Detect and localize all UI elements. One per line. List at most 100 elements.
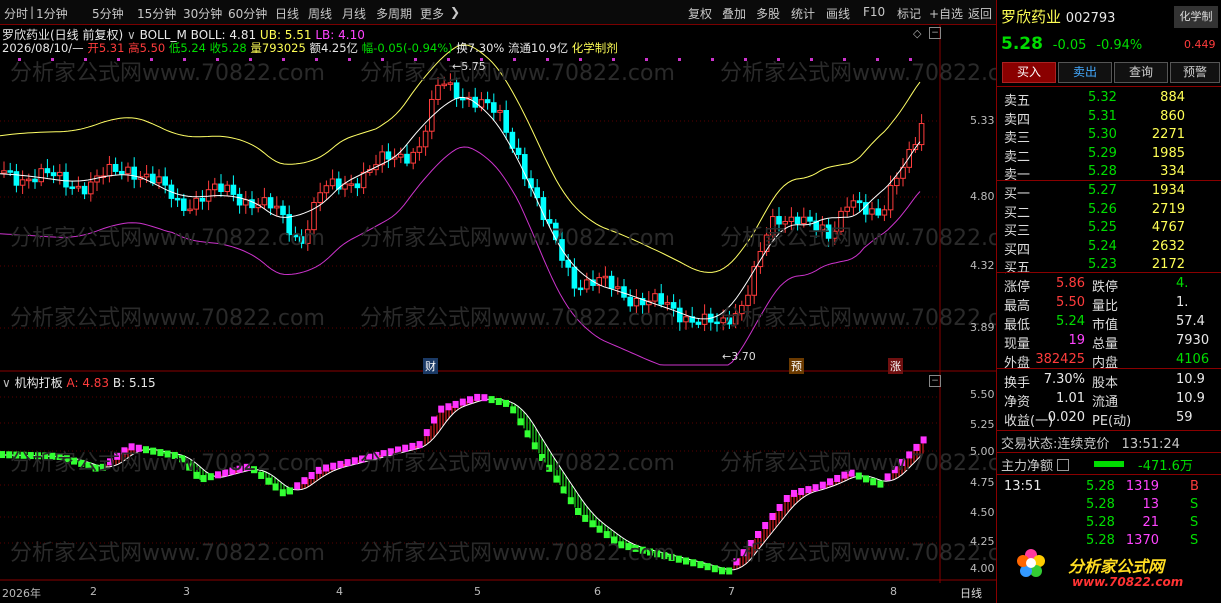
sub-y-tick-label: 4.00 (970, 562, 995, 575)
watermark: 分析家公式网www.70822.com (720, 226, 1035, 251)
chart-area: 分析家公式网www.70822.com 分析家公式网www.70822.com … (0, 25, 1035, 585)
tick-volume: 13 (1142, 497, 1159, 512)
tool-statistics[interactable]: 统计 (791, 5, 815, 22)
candle-body (280, 205, 286, 216)
orderbook-price: 5.31 (1088, 108, 1117, 124)
orderbook-price: 5.32 (1088, 90, 1117, 105)
candle-body (602, 275, 609, 279)
candle-body (143, 173, 150, 178)
candle-body (69, 186, 76, 189)
candle-body (212, 183, 218, 191)
watermark: 分析家公式网www.70822.com (10, 451, 325, 476)
event-tag-financial[interactable]: 财 (423, 358, 438, 374)
logo-url: www.70822.com (1072, 575, 1184, 589)
period-tab-monthly[interactable]: 月线 (342, 5, 366, 22)
period-tab-60min[interactable]: 60分钟 (228, 5, 267, 22)
period-label[interactable]: 日线 (960, 585, 982, 601)
info-amount: 额4.25亿 (309, 41, 359, 55)
period-tab-30min[interactable]: 30分钟 (183, 5, 222, 22)
event-tag-forecast[interactable]: 预 (789, 358, 804, 374)
orderbook-row[interactable]: 买三 5.25 4767 (1000, 219, 1221, 239)
chevron-right-icon[interactable]: ❯ (450, 5, 460, 19)
sector-tab[interactable]: 化学制 (1174, 6, 1218, 28)
sub-indicator-title[interactable]: 机构打板 (15, 376, 63, 390)
candle-body (385, 151, 392, 160)
orderbook-row[interactable]: 卖一 5.28 334 (1000, 163, 1221, 183)
tool-overlay[interactable]: 叠加 (722, 5, 746, 22)
orderbook-row[interactable]: 卖二 5.29 1985 (1000, 145, 1221, 165)
collapse-icon[interactable]: − (929, 375, 941, 387)
buy-button[interactable]: 买入 (1002, 62, 1056, 83)
tool-multi-stock[interactable]: 多股 (756, 5, 780, 22)
candle-body (88, 181, 94, 195)
candle-body (503, 110, 509, 133)
event-tag-limit[interactable]: 涨 (888, 358, 903, 374)
sell-button[interactable]: 卖出 (1058, 62, 1112, 83)
period-tab-1min[interactable]: 1分钟 (36, 5, 68, 22)
query-button[interactable]: 查询 (1114, 62, 1168, 83)
info-turnover: 换7.30% (456, 41, 505, 55)
tool-f10[interactable]: F10 (863, 5, 885, 19)
tool-draw-line[interactable]: 画线 (826, 5, 850, 22)
quote-change-pct: -0.94% (1096, 38, 1143, 53)
candle-body (621, 286, 627, 298)
sub-block (769, 513, 776, 520)
stat-label: 最高 (1004, 299, 1031, 314)
period-tab-daily[interactable]: 日线 (275, 5, 299, 22)
orderbook-row[interactable]: 买一 5.27 1934 (1000, 182, 1221, 202)
orderbook-price: 5.30 (1088, 127, 1117, 142)
orderbook-row[interactable]: 卖五 5.32 884 (1000, 89, 1221, 109)
alert-button[interactable]: 预警 (1170, 62, 1220, 83)
period-tab-weekly[interactable]: 周线 (308, 5, 332, 22)
sub-block (791, 489, 797, 497)
sub-block (488, 396, 495, 404)
diamond-icon[interactable]: ◇ (913, 27, 921, 40)
orderbook-label: 买一 (1004, 187, 1031, 202)
orderbook-row[interactable]: 买四 5.24 2632 (1000, 238, 1221, 258)
stat-label: 现量 (1004, 337, 1031, 352)
candle-body (677, 307, 683, 323)
orderbook-row[interactable]: 卖四 5.31 860 (1000, 108, 1221, 128)
candle-body (81, 185, 88, 195)
candle-body (329, 178, 336, 187)
sub-block (877, 480, 884, 488)
collapse-icon[interactable]: − (929, 27, 941, 39)
stat-label: 最低 (1004, 318, 1031, 333)
stat-label: 流通 (1092, 395, 1119, 410)
stat-row: 现量 19 总量 7930 (1000, 332, 1221, 352)
stat-label: 换手 (1004, 376, 1031, 391)
period-tab-5min[interactable]: 5分钟 (92, 5, 124, 22)
candle-body (112, 163, 119, 172)
sub-block (711, 565, 718, 573)
candle-body (32, 178, 38, 183)
divider (997, 86, 1221, 87)
tool-add-watchlist[interactable]: +自选 (929, 5, 963, 22)
period-tab-fenshi[interactable]: 分时 (4, 5, 28, 22)
period-tab-more[interactable]: 更多 (420, 5, 444, 22)
orderbook-row[interactable]: 买二 5.26 2719 (1000, 201, 1221, 221)
candle-body (856, 200, 863, 204)
dropdown-circle-icon[interactable]: ∨ (2, 376, 11, 390)
orderbook-row[interactable]: 卖三 5.30 2271 (1000, 126, 1221, 146)
stat-row: 外盘 382425 内盘 4106 (1000, 351, 1221, 371)
period-tab-multi[interactable]: 多周期 (376, 5, 412, 22)
sub-block (560, 486, 567, 494)
grid-lines (0, 120, 940, 544)
sub-block (798, 488, 805, 496)
candle-body (261, 197, 268, 206)
tool-mark[interactable]: 标记 (897, 5, 921, 22)
sub-block (690, 559, 697, 567)
watermark: 分析家公式网www.70822.com (360, 541, 675, 566)
period-tab-15min[interactable]: 15分钟 (137, 5, 176, 22)
tool-back[interactable]: 返回 (968, 5, 992, 22)
list-icon[interactable] (1057, 459, 1070, 471)
quote-change: -0.05 (1052, 38, 1087, 53)
sub-block (423, 429, 430, 437)
candle-body (150, 173, 156, 184)
sub-block (279, 489, 286, 497)
orderbook-price: 5.27 (1088, 183, 1117, 198)
tool-restore-rights[interactable]: 复权 (688, 5, 712, 22)
candle-body (224, 184, 230, 193)
candle-body (460, 97, 466, 101)
info-low: 低5.24 (168, 41, 206, 55)
